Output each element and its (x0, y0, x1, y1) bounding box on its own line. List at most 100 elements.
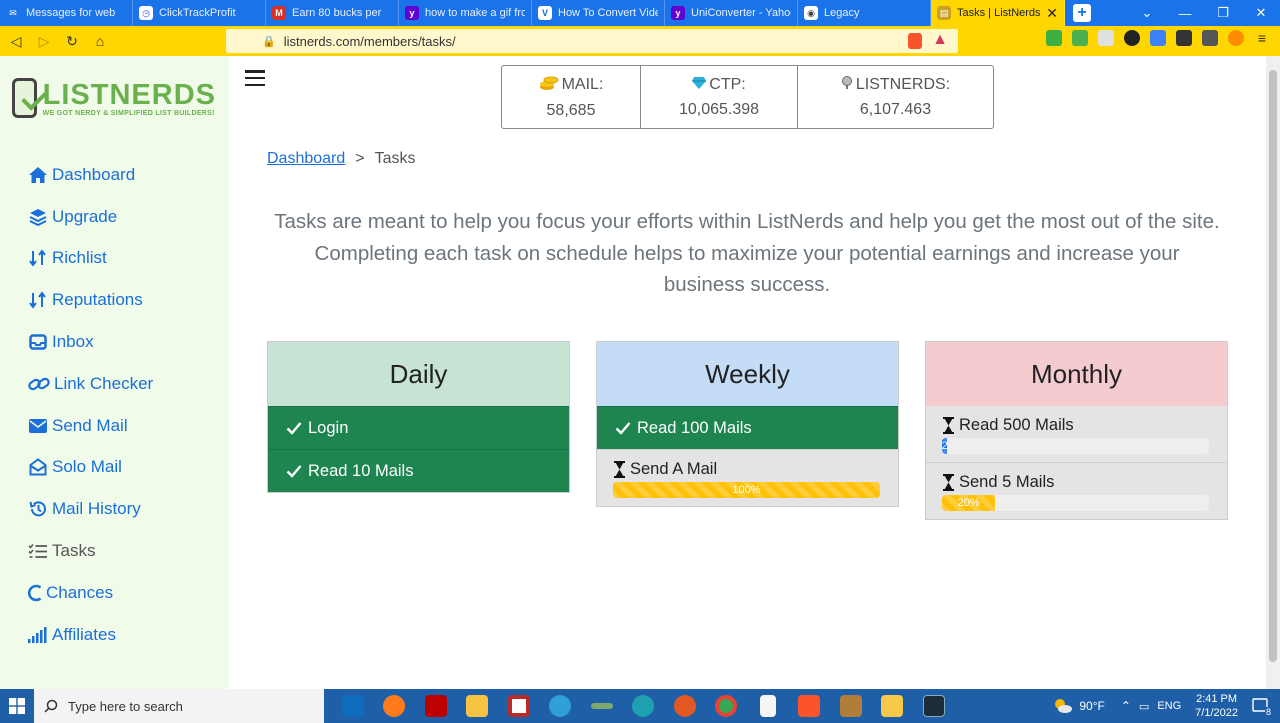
sidebar-item-chances[interactable]: Chances (28, 572, 153, 614)
sidebar-item-link-checker[interactable]: Link Checker (28, 363, 153, 405)
extension-icon[interactable] (1072, 30, 1088, 46)
brave-rewards-icon[interactable]: ▲ (932, 31, 948, 49)
new-tab-button[interactable]: + (1073, 4, 1091, 22)
taskbar-clock[interactable]: 2:41 PM 7/1/2022 (1195, 692, 1238, 720)
taskbar-edge-icon[interactable] (623, 689, 665, 723)
taskbar-chrome-icon[interactable] (706, 689, 748, 723)
daily-tasks-card: Daily Login Read 10 Mails (267, 341, 570, 493)
taskbar-brave-icon[interactable] (789, 689, 831, 723)
page-scrollbar[interactable] (1266, 56, 1280, 689)
taskbar-firefox-icon[interactable] (374, 689, 416, 723)
tab-title: Messages for web (26, 7, 116, 19)
daily-card-header: Daily (268, 342, 569, 406)
taskbar-search-box[interactable]: Type here to search (34, 689, 324, 723)
notifications-icon[interactable]: 8 (1252, 698, 1272, 717)
sidebar-item-richlist[interactable]: Richlist (28, 238, 153, 280)
extension-icon[interactable] (1124, 30, 1140, 46)
progress-fill: 2 (942, 438, 948, 454)
check-icon (286, 464, 302, 478)
browser-tab[interactable]: y how to make a gif from (399, 0, 532, 26)
taskbar-app-icon[interactable] (540, 689, 582, 723)
taskbar-apps (332, 689, 955, 723)
minimize-icon[interactable]: — (1166, 0, 1204, 26)
sync-icon[interactable] (1228, 30, 1244, 46)
tab-title: ClickTrackProfit (159, 7, 236, 19)
browser-tab[interactable]: y UniConverter - Yahoo (665, 0, 798, 26)
sidebar-item-send-mail[interactable]: Send Mail (28, 405, 153, 447)
breadcrumb-dashboard-link[interactable]: Dashboard (267, 150, 345, 168)
search-icon (44, 699, 58, 713)
progress-bar: 100% (613, 482, 880, 498)
browser-tab[interactable]: ✉ Messages for web (0, 0, 133, 26)
tab-title: UniConverter - Yahoo (691, 7, 791, 19)
browser-tab[interactable]: V How To Convert Video (532, 0, 665, 26)
sidebar-item-affiliates[interactable]: Affiliates (28, 614, 153, 656)
signal-icon (28, 626, 48, 643)
tab-search-icon[interactable]: ⌄ (1128, 0, 1166, 26)
taskbar-notepad-icon[interactable] (747, 689, 789, 723)
task-read-100-mails: Read 100 Mails (597, 406, 898, 449)
sidebar-item-dashboard[interactable]: Dashboard (28, 154, 153, 196)
breadcrumb: Dashboard > Tasks (267, 150, 416, 168)
taskbar-app-icon[interactable] (872, 689, 914, 723)
menu-icon[interactable]: ≡ (1254, 30, 1270, 46)
close-window-icon[interactable]: ✕ (1242, 0, 1280, 26)
taskbar-app-icon[interactable] (581, 689, 623, 723)
puzzle-icon[interactable] (1176, 30, 1192, 46)
close-tab-icon[interactable]: ✕ (1046, 5, 1058, 22)
listnerds-logo[interactable]: LISTNERDS WE GOT NERDY & SIMPLIFIED LIST… (12, 72, 216, 124)
weekly-tasks-card: Weekly Read 100 Mails Send A Mail 100% (596, 341, 899, 507)
system-tray: 90°F ⌃ ▭ ENG 2:41 PM 7/1/2022 8 (1051, 689, 1280, 723)
windows-start-icon[interactable] (0, 689, 34, 723)
clock-time: 2:41 PM (1196, 693, 1238, 705)
sidebar-item-upgrade[interactable]: Upgrade (28, 196, 153, 238)
weather-widget[interactable]: 90°F (1051, 697, 1105, 716)
tasks-icon (28, 543, 48, 559)
home-nav-icon[interactable]: ⌂ (86, 27, 114, 55)
taskbar-app-icon[interactable] (913, 689, 955, 723)
network-icon[interactable]: ▭ (1139, 700, 1149, 713)
sidebar-item-mail-history[interactable]: Mail History (28, 488, 153, 530)
address-bar[interactable]: 🔒 listnerds.com/members/tasks/ ▲ (226, 29, 958, 53)
tab-favicon-icon: M (272, 6, 286, 20)
chevron-up-icon[interactable]: ⌃ (1121, 699, 1131, 713)
browser-tab[interactable]: ◷ ClickTrackProfit (133, 0, 266, 26)
sort-icon (28, 249, 48, 268)
maximize-icon[interactable]: ❐ (1204, 0, 1242, 26)
sidebar-item-solo-mail[interactable]: Solo Mail (28, 447, 153, 489)
reload-icon[interactable]: ↻ (58, 27, 86, 55)
browser-tab[interactable]: ◉ Legacy (798, 0, 931, 26)
sidebar-item-inbox[interactable]: Inbox (28, 321, 153, 363)
wallet-icon[interactable] (1202, 30, 1218, 46)
layers-icon (28, 208, 48, 226)
language-indicator[interactable]: ENG (1157, 700, 1181, 712)
taskbar-app-icon[interactable] (830, 689, 872, 723)
taskbar-mail-app-icon[interactable] (332, 689, 374, 723)
stat-listnerds: LISTNERDS: 6,107.463 (798, 66, 993, 128)
sidebar-item-tasks[interactable]: Tasks (28, 530, 153, 572)
nerd-icon (841, 75, 853, 95)
taskbar-filezilla-icon[interactable] (415, 689, 457, 723)
browser-tab[interactable]: M Earn 80 bucks per (266, 0, 399, 26)
extension-icon[interactable] (1046, 30, 1062, 46)
back-icon[interactable]: ◁ (2, 27, 30, 55)
taskbar-file-explorer-icon[interactable] (457, 689, 499, 723)
extension-icon[interactable] (1098, 30, 1114, 46)
brave-shield-icon[interactable] (908, 33, 922, 49)
extension-icon[interactable] (1150, 30, 1166, 46)
sidebar-item-reputations[interactable]: Reputations (28, 279, 153, 321)
taskbar-firefox-icon[interactable] (664, 689, 706, 723)
taskbar-quora-icon[interactable] (498, 689, 540, 723)
hourglass-icon (613, 461, 626, 478)
hamburger-menu-icon[interactable] (245, 70, 265, 86)
envelope-open-icon (28, 458, 48, 476)
browser-tab-active[interactable]: ▤ Tasks | ListNerds ✕ (931, 0, 1065, 26)
sidebar-item-label: Chances (46, 582, 114, 602)
stat-label: LISTNERDS: (855, 76, 951, 93)
scrollbar-thumb[interactable] (1269, 70, 1277, 662)
forward-icon[interactable]: ▷ (30, 27, 58, 55)
stat-value: 58,685 (546, 101, 596, 119)
envelope-icon (28, 418, 48, 433)
tab-title: Earn 80 bucks per (292, 7, 382, 19)
check-icon (286, 421, 302, 435)
